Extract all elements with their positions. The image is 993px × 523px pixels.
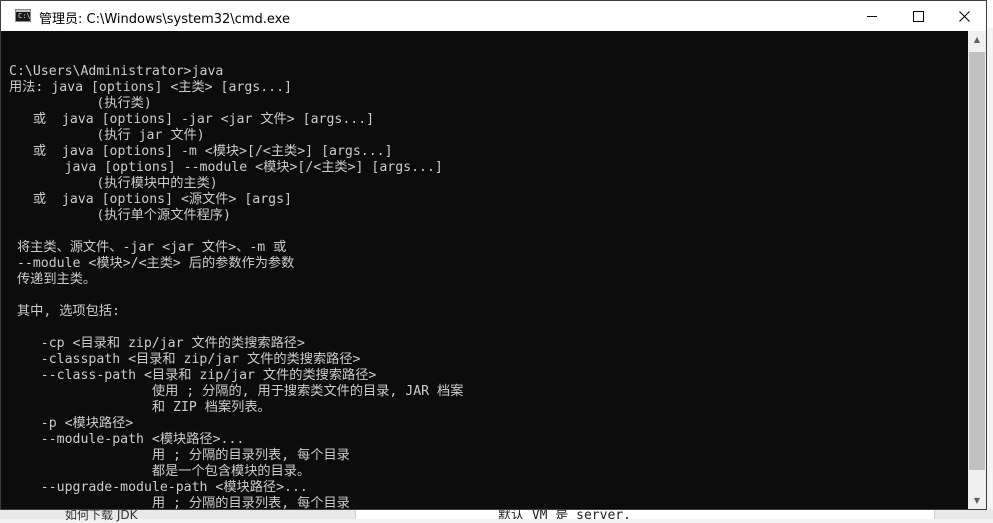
window-title: 管理员: C:\Windows\system32\cmd.exe (39, 12, 290, 27)
background-panel: 默认 VM 是 server. (355, 510, 935, 519)
console-line: 将主类、源文件、-jar <jar 文件>、-m 或 (9, 240, 287, 255)
console-line: 或 java [options] -jar <jar 文件> [args...] (9, 112, 375, 127)
minimize-button[interactable] (849, 1, 895, 31)
maximize-icon (912, 10, 924, 22)
console-line: --class-path <目录和 zip/jar 文件的类搜索路径> (9, 368, 377, 383)
console-lines: C:\Users\Administrator>java 用法: java [opt… (9, 64, 463, 509)
title-bar[interactable]: C:\ 管理员: C:\Windows\system32\cmd.exe (1, 1, 986, 31)
console-line: 或 java [options] -m <模块>[/<主类>] [args...… (9, 144, 393, 159)
close-icon (958, 10, 970, 22)
background-window-right (987, 28, 993, 519)
console-line: -classpath <目录和 zip/jar 文件的类搜索路径> (9, 352, 361, 367)
maximize-button[interactable] (895, 1, 941, 31)
cmd-icon-glyph: C:\ (18, 12, 31, 20)
console-line: 传递到主类。 (9, 272, 97, 287)
console-line: 其中, 选项包括: (9, 304, 120, 319)
minimize-icon (867, 15, 877, 17)
console-line: 都是一个包含模块的目录。 (9, 464, 311, 479)
background-window-bottom: 如何下载 JDK 默认 VM 是 server. (0, 508, 993, 522)
console-line: -cp <目录和 zip/jar 文件的类搜索路径> (9, 336, 305, 351)
console-line: (执行单个源文件程序) (9, 208, 231, 223)
console-line: (执行类) (9, 96, 152, 111)
console-line: --module-path <模块路径>... (9, 432, 245, 447)
cmd-icon[interactable]: C:\ (15, 9, 31, 22)
console-line: java [options] --module <模块>[/<主类>] [arg… (9, 160, 443, 175)
console-line: 和 ZIP 档案列表。 (9, 400, 271, 415)
vertical-scrollbar[interactable]: ▲ ▼ (968, 31, 986, 509)
scroll-thumb[interactable] (969, 52, 985, 470)
console-line: --module <模块>/<主类> 后的参数作为参数 (9, 256, 295, 271)
console-line: (执行模块中的主类) (9, 176, 218, 191)
cmd-window: C:\ 管理员: C:\Windows\system32\cmd.exe C:\… (0, 0, 987, 510)
console-line: 用 ; 分隔的目录列表, 每个目录 (9, 496, 350, 509)
scroll-down-arrow-icon[interactable]: ▼ (968, 492, 986, 509)
background-panel-text: 默认 VM 是 server. (498, 510, 631, 519)
console-line: C:\Users\Administrator>java (9, 64, 224, 79)
console-output[interactable]: C:\Users\Administrator>java 用法: java [opt… (1, 31, 968, 509)
console-line: 或 java [options] <源文件> [args] (9, 192, 292, 207)
console-line: -p <模块路径> (9, 416, 134, 431)
console-line: 用 ; 分隔的目录列表, 每个目录 (9, 448, 350, 463)
console-line: (执行 jar 文件) (9, 128, 205, 143)
console-line: 用法: java [options] <主类> [args...] (9, 80, 292, 95)
console-line: --upgrade-module-path <模块路径>... (9, 480, 308, 495)
close-button[interactable] (941, 1, 987, 31)
scroll-up-arrow-icon[interactable]: ▲ (968, 31, 986, 48)
console-line: 使用 ; 分隔的, 用于搜索类文件的目录, JAR 档案 (9, 384, 464, 399)
